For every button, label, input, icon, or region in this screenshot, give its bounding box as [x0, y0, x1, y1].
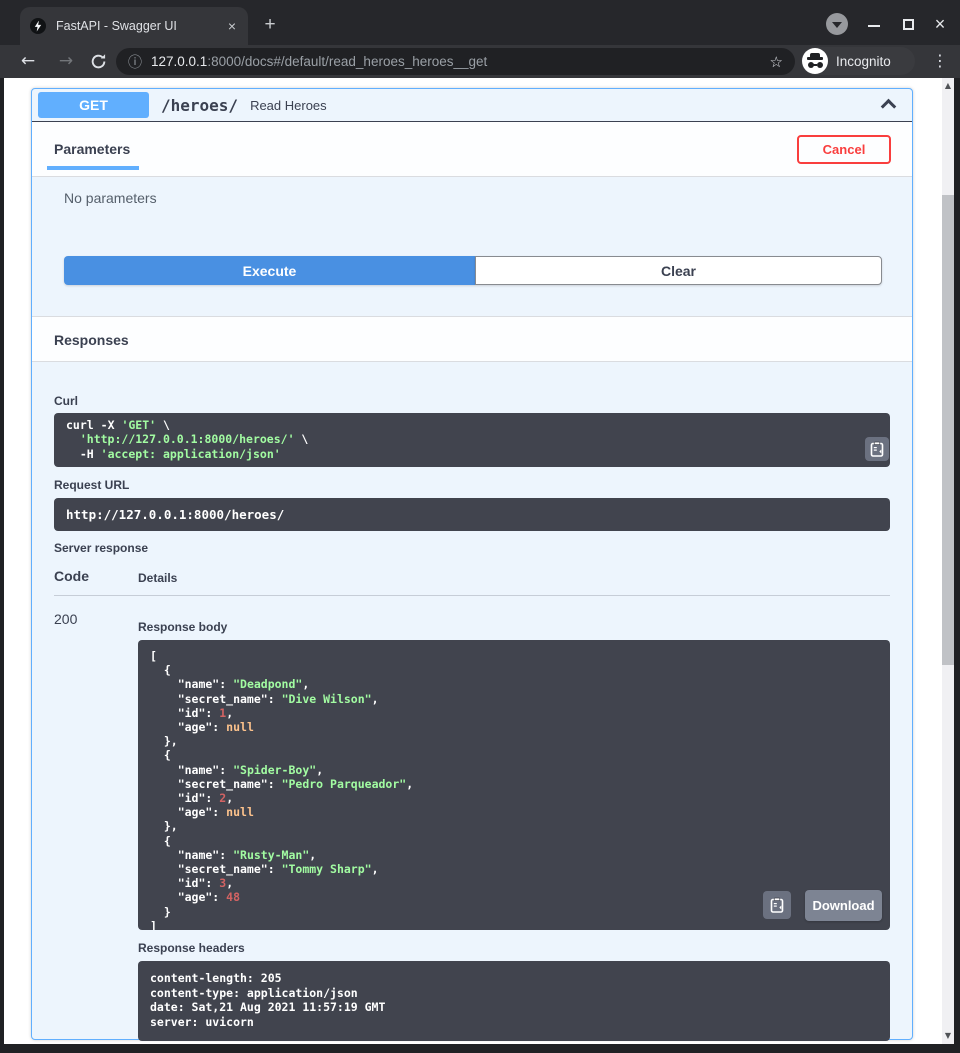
- minimize-icon: [868, 25, 880, 27]
- window-right-edge: [954, 78, 960, 1044]
- page-scrollbar[interactable]: ▲ ▼: [942, 78, 954, 1044]
- incognito-badge: Incognito: [801, 47, 915, 75]
- parameters-title: Parameters: [54, 141, 130, 157]
- url-text: 127.0.0.1:8000/docs#/default/read_heroes…: [151, 54, 762, 69]
- clipboard-icon: [770, 897, 784, 913]
- response-headers-block: content-length: 205 content-type: applic…: [138, 961, 890, 1041]
- table-divider: [54, 595, 890, 596]
- window-minimize-button[interactable]: [862, 12, 886, 36]
- parameters-header: Parameters Cancel: [32, 122, 912, 177]
- bookmark-star-icon[interactable]: ☆: [770, 53, 783, 71]
- tab-search-button[interactable]: [826, 13, 848, 35]
- status-code: 200: [54, 611, 77, 627]
- fastapi-favicon-icon: [30, 18, 46, 34]
- window-left-edge: [0, 78, 4, 1044]
- back-button[interactable]: ←: [16, 49, 40, 73]
- request-url-label: Request URL: [54, 478, 129, 492]
- site-info-icon[interactable]: ⓘ: [128, 52, 142, 72]
- no-parameters-text: No parameters: [64, 190, 157, 206]
- copy-curl-button[interactable]: [865, 437, 889, 461]
- execute-row: Execute Clear: [64, 256, 882, 285]
- curl-command-block: curl -X 'GET' \ 'http://127.0.0.1:8000/h…: [54, 413, 890, 467]
- details-column-header: Details: [138, 571, 177, 585]
- clipboard-icon: [870, 441, 884, 457]
- tab-title: FastAPI - Swagger UI: [56, 19, 226, 33]
- request-url-block: http://127.0.0.1:8000/heroes/: [54, 498, 890, 531]
- window-close-button[interactable]: ×: [928, 12, 952, 36]
- operation-path: /heroes/: [161, 96, 238, 115]
- window-maximize-button[interactable]: [896, 12, 920, 36]
- swagger-page: GET /heroes/ Read Heroes Parameters Canc…: [0, 78, 960, 1044]
- curl-label: Curl: [54, 394, 78, 408]
- tab-close-icon[interactable]: ×: [226, 19, 238, 33]
- url-path: :8000/docs#/default/read_heroes_heroes__…: [207, 54, 487, 69]
- scrollbar-down-arrow[interactable]: ▼: [942, 1030, 954, 1042]
- browser-menu-button[interactable]: ⋮: [928, 49, 952, 73]
- opblock-get-heroes: GET /heroes/ Read Heroes Parameters Canc…: [31, 88, 913, 1040]
- url-bar[interactable]: ⓘ 127.0.0.1:8000/docs#/default/read_hero…: [116, 48, 795, 75]
- browser-toolbar: ← → ⓘ 127.0.0.1:8000/docs#/default/read_…: [0, 45, 960, 78]
- response-body-label: Response body: [138, 620, 227, 634]
- response-headers-label: Response headers: [138, 941, 245, 955]
- responses-title: Responses: [54, 332, 129, 348]
- collapse-chevron-icon[interactable]: [881, 99, 897, 115]
- incognito-label: Incognito: [836, 54, 891, 69]
- server-response-label: Server response: [54, 541, 148, 555]
- download-button[interactable]: Download: [805, 890, 882, 921]
- refresh-icon: [90, 53, 107, 70]
- chevron-down-icon: [832, 22, 842, 28]
- cancel-button[interactable]: Cancel: [797, 135, 891, 164]
- method-badge: GET: [38, 92, 149, 118]
- clear-button[interactable]: Clear: [475, 256, 882, 285]
- active-tab-underline: [47, 166, 139, 170]
- url-host: 127.0.0.1: [151, 54, 207, 69]
- execute-button[interactable]: Execute: [64, 256, 475, 285]
- code-column-header: Code: [54, 568, 89, 584]
- response-body-block: [ { "name": "Deadpond", "secret_name": "…: [138, 640, 890, 930]
- window-bottom-edge: [0, 1044, 960, 1053]
- incognito-icon: [802, 48, 828, 74]
- copy-response-button[interactable]: [763, 891, 791, 919]
- responses-header: Responses: [32, 316, 912, 362]
- browser-tab[interactable]: FastAPI - Swagger UI ×: [20, 7, 248, 45]
- browser-titlebar: FastAPI - Swagger UI × + ×: [0, 0, 960, 45]
- new-tab-button[interactable]: +: [258, 13, 282, 37]
- scrollbar-up-arrow[interactable]: ▲: [942, 80, 954, 92]
- maximize-icon: [903, 19, 914, 30]
- forward-button[interactable]: →: [54, 49, 78, 73]
- operation-summary[interactable]: GET /heroes/ Read Heroes: [32, 89, 912, 122]
- scrollbar-thumb[interactable]: [942, 195, 954, 665]
- refresh-button[interactable]: [90, 53, 107, 75]
- operation-description: Read Heroes: [250, 98, 327, 113]
